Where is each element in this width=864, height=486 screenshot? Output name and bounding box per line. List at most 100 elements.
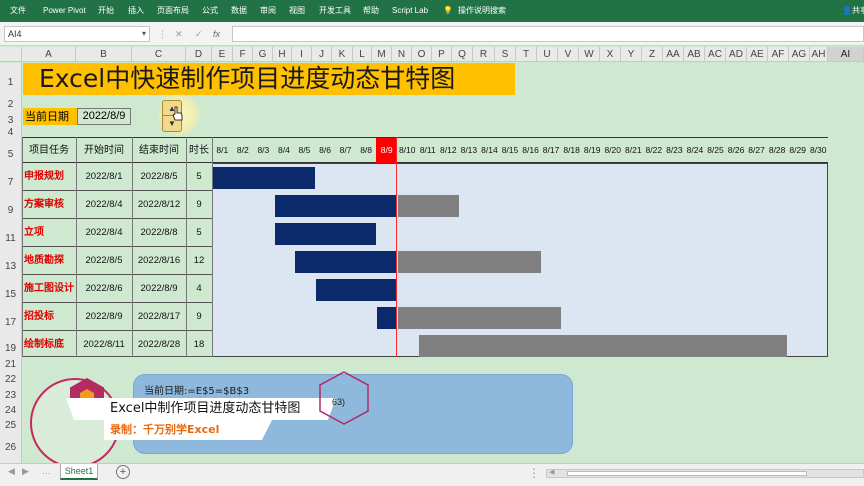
task-name[interactable]: 绘制标底 [24, 331, 64, 359]
horizontal-scrollbar[interactable] [546, 469, 864, 478]
row-header-22[interactable]: 22 [0, 372, 22, 388]
task-start-date[interactable]: 2022/8/11 [76, 331, 132, 359]
column-header-d[interactable]: D [186, 47, 212, 62]
column-header-af[interactable]: AF [768, 47, 789, 62]
sheet-tab-sheet1[interactable]: Sheet1 [60, 464, 98, 480]
column-header-o[interactable]: O [412, 47, 432, 62]
column-header-c[interactable]: C [132, 47, 186, 62]
row-header-17[interactable]: 17 [0, 303, 22, 331]
row-header-19[interactable]: 19 [0, 331, 22, 357]
tab-data[interactable]: 数据 [231, 0, 247, 22]
task-duration[interactable]: 18 [186, 331, 212, 359]
more-sheets-icon[interactable]: … [42, 466, 51, 476]
column-header-ac[interactable]: AC [705, 47, 726, 62]
task-start-date[interactable]: 2022/8/1 [76, 163, 132, 191]
column-header-ag[interactable]: AG [789, 47, 810, 62]
tab-file[interactable]: 文件 [10, 0, 26, 22]
tell-me-search[interactable]: 操作说明搜索 [458, 0, 506, 22]
column-header-m[interactable]: M [372, 47, 392, 62]
row-header-4[interactable]: 4 [0, 125, 22, 138]
task-end-date[interactable]: 2022/8/9 [132, 275, 186, 303]
row-header-11[interactable]: 11 [0, 219, 22, 247]
column-header-ah[interactable]: AH [810, 47, 828, 62]
enter-icon[interactable]: ✓ [195, 26, 203, 42]
row-header-25[interactable]: 25 [0, 418, 22, 433]
task-end-date[interactable]: 2022/8/5 [132, 163, 186, 191]
row-header-1[interactable]: 1 [0, 63, 22, 92]
tab-view[interactable]: 视图 [289, 0, 305, 22]
task-duration[interactable]: 9 [186, 191, 212, 219]
task-end-date[interactable]: 2022/8/28 [132, 331, 186, 359]
column-header-q[interactable]: Q [452, 47, 473, 62]
task-start-date[interactable]: 2022/8/5 [76, 247, 132, 275]
row-header-21[interactable]: 21 [0, 357, 22, 372]
tab-script-lab[interactable]: Script Lab [392, 0, 428, 22]
name-box[interactable]: AI4 ▾ [4, 26, 150, 42]
column-header-h[interactable]: H [273, 47, 292, 62]
current-date-value[interactable]: 2022/8/9 [77, 108, 131, 125]
row-header-24[interactable]: 24 [0, 403, 22, 418]
column-header-j[interactable]: J [312, 47, 332, 62]
tab-developer[interactable]: 开发工具 [319, 0, 351, 22]
column-header-y[interactable]: Y [621, 47, 642, 62]
column-header-e[interactable]: E [212, 47, 233, 62]
formula-input[interactable] [232, 26, 864, 42]
select-all-corner[interactable] [0, 47, 22, 62]
tab-power-pivot[interactable]: Power Pivot [43, 0, 86, 22]
task-start-date[interactable]: 2022/8/4 [76, 191, 132, 219]
task-duration[interactable]: 9 [186, 303, 212, 331]
column-header-n[interactable]: N [392, 47, 412, 62]
row-header-26[interactable]: 26 [0, 433, 22, 463]
task-start-date[interactable]: 2022/8/9 [76, 303, 132, 331]
row-header-9[interactable]: 9 [0, 191, 22, 219]
column-header-v[interactable]: V [558, 47, 579, 62]
task-start-date[interactable]: 2022/8/4 [76, 219, 132, 247]
column-header-aa[interactable]: AA [663, 47, 684, 62]
column-header-i[interactable]: I [292, 47, 312, 62]
column-header-z[interactable]: Z [642, 47, 663, 62]
tab-review[interactable]: 审阅 [260, 0, 276, 22]
column-header-p[interactable]: P [432, 47, 452, 62]
column-header-r[interactable]: R [473, 47, 495, 62]
add-sheet-button[interactable]: + [116, 465, 130, 479]
tab-insert[interactable]: 插入 [128, 0, 144, 22]
task-name[interactable]: 施工图设计 [24, 275, 74, 303]
prev-sheet-icon[interactable]: ◀ [8, 466, 15, 477]
tab-home[interactable]: 开始 [98, 0, 114, 22]
share-button[interactable]: 👤共享 [842, 0, 864, 22]
column-header-g[interactable]: G [253, 47, 273, 62]
task-name[interactable]: 招投标 [24, 303, 54, 331]
task-name[interactable]: 申报规划 [24, 163, 64, 191]
column-header-b[interactable]: B [76, 47, 132, 62]
column-header-ae[interactable]: AE [747, 47, 768, 62]
scrollbar-thumb[interactable] [567, 471, 807, 476]
tab-formulas[interactable]: 公式 [202, 0, 218, 22]
scroll-left-icon[interactable]: ◀ [549, 468, 554, 476]
task-duration[interactable]: 5 [186, 163, 212, 191]
fx-icon[interactable]: fx [213, 26, 220, 42]
row-header-3[interactable]: 3 [0, 110, 22, 126]
tab-help[interactable]: 帮助 [363, 0, 379, 22]
column-header-w[interactable]: W [579, 47, 600, 62]
task-name[interactable]: 方案审核 [24, 191, 64, 219]
column-header-a[interactable]: A [22, 47, 76, 62]
task-end-date[interactable]: 2022/8/16 [132, 247, 186, 275]
column-header-l[interactable]: L [353, 47, 372, 62]
column-header-ab[interactable]: AB [684, 47, 705, 62]
chevron-down-icon[interactable]: ▾ [142, 27, 146, 41]
column-header-t[interactable]: T [516, 47, 537, 62]
row-header-15[interactable]: 15 [0, 275, 22, 303]
row-header-13[interactable]: 13 [0, 247, 22, 275]
column-header-u[interactable]: U [537, 47, 558, 62]
row-header-7[interactable]: 7 [0, 163, 22, 191]
task-name[interactable]: 立项 [24, 219, 44, 247]
column-header-s[interactable]: S [495, 47, 516, 62]
task-end-date[interactable]: 2022/8/8 [132, 219, 186, 247]
task-end-date[interactable]: 2022/8/17 [132, 303, 186, 331]
task-duration[interactable]: 12 [186, 247, 212, 275]
task-start-date[interactable]: 2022/8/6 [76, 275, 132, 303]
task-end-date[interactable]: 2022/8/12 [132, 191, 186, 219]
task-duration[interactable]: 5 [186, 219, 212, 247]
row-header-5[interactable]: 5 [0, 137, 22, 163]
column-header-ai[interactable]: AI [828, 47, 864, 62]
